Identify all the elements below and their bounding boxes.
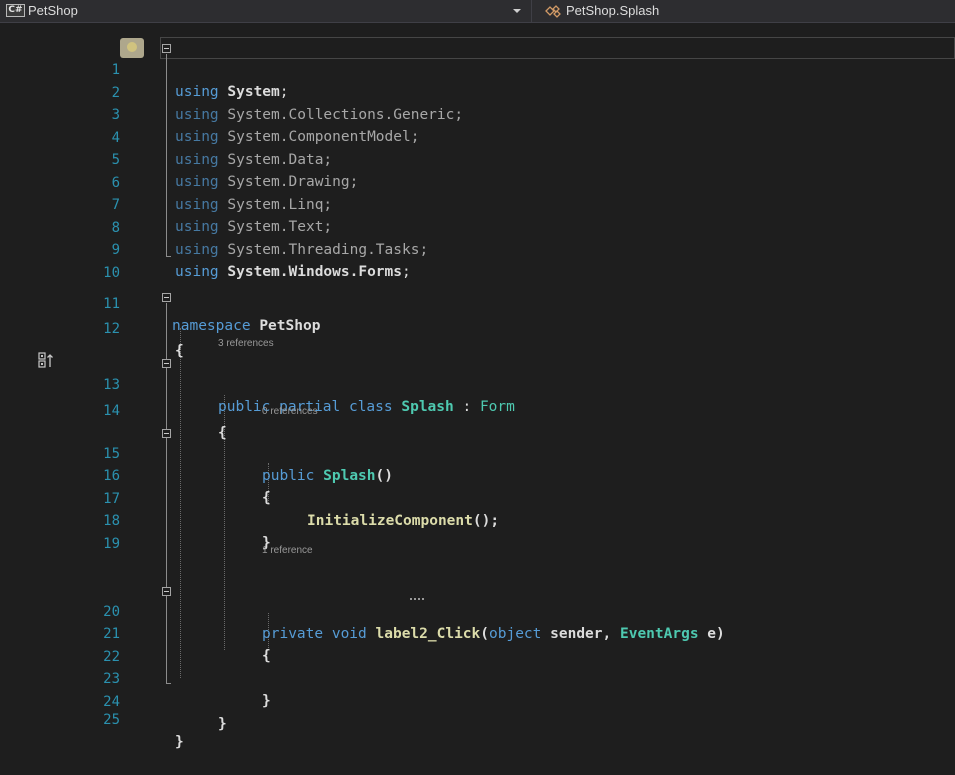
- navigation-bar: C# PetShop PetShop.Splash: [0, 0, 955, 23]
- code-line[interactable]: 21 {: [0, 601, 955, 664]
- code-line[interactable]: 6 using System.Linq;: [0, 150, 955, 213]
- code-text[interactable]: namespace PetShop: [172, 315, 320, 337]
- code-line[interactable]: 12 {: [0, 296, 955, 359]
- line-number: 14: [103, 403, 120, 419]
- code-text[interactable]: }: [218, 713, 227, 735]
- code-text[interactable]: }: [175, 731, 184, 753]
- code-line[interactable]: 16 {: [0, 443, 955, 506]
- code-line[interactable]: 2 using System.Collections.Generic;: [0, 60, 955, 123]
- code-line[interactable]: 25 }: [0, 687, 955, 750]
- class-icon: [545, 5, 561, 18]
- class-name: PetShop.Splash: [566, 3, 660, 18]
- code-line[interactable]: 17 InitializeComponent();: [0, 466, 955, 529]
- references-codelens[interactable]: 3 references: [218, 337, 274, 351]
- class-dropdown[interactable]: PetShop.Splash: [536, 0, 955, 22]
- code-line[interactable]: 1 using System;: [0, 37, 955, 100]
- line-number: 12: [103, 321, 120, 337]
- code-line[interactable]: 9 using System.Windows.Forms;: [0, 217, 955, 280]
- csharp-icon: C#: [6, 4, 25, 17]
- code-line[interactable]: 20 private void label2_Click(object send…: [0, 579, 955, 642]
- code-line[interactable]: 3 using System.ComponentModel;: [0, 82, 955, 145]
- code-line[interactable]: 10: [0, 240, 955, 281]
- code-line[interactable]: 5 using System.Drawing;: [0, 127, 955, 190]
- chevron-down-icon[interactable]: [513, 9, 521, 13]
- code-line[interactable]: 15 public Splash(): [0, 421, 955, 484]
- code-line[interactable]: 23 }: [0, 646, 955, 709]
- code-line[interactable]: 22: [0, 624, 955, 665]
- project-name: PetShop: [28, 3, 78, 18]
- references-codelens[interactable]: 1 reference: [262, 544, 313, 558]
- code-line[interactable]: 8 using System.Threading.Tasks;: [0, 195, 955, 258]
- code-editor[interactable]: 1 using System; 2 using System.Collectio…: [0, 23, 955, 750]
- code-line[interactable]: 13 public partial class Splash : Form: [0, 352, 955, 415]
- code-line[interactable]: 14 {: [0, 378, 955, 441]
- references-codelens[interactable]: 0 references: [262, 405, 318, 419]
- line-number: 25: [103, 712, 120, 728]
- code-line[interactable]: 19: [0, 511, 955, 552]
- code-line[interactable]: 11 namespace PetShop: [0, 271, 955, 334]
- code-line[interactable]: 4 using System.Data;: [0, 105, 955, 168]
- code-line[interactable]: 7 using System.Text;: [0, 172, 955, 235]
- project-dropdown[interactable]: C# PetShop: [2, 0, 532, 22]
- line-number: 19: [103, 536, 120, 552]
- code-line[interactable]: 18 }: [0, 488, 955, 551]
